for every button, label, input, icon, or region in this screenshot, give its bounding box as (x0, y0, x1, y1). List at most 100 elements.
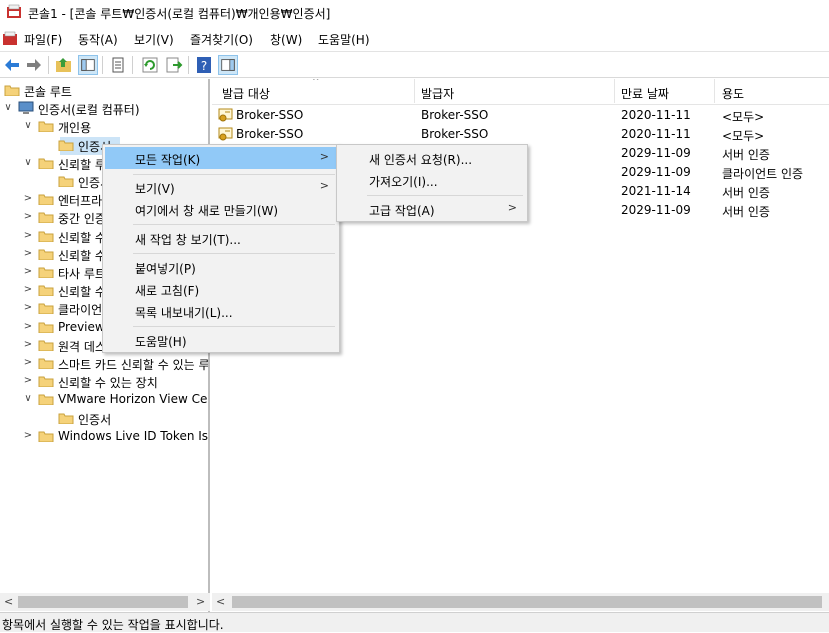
title-bar: 콘솔1 - [콘솔 루트₩인증서(로컬 컴퓨터)₩개인용₩인증서] (0, 0, 829, 26)
folder-icon (38, 431, 54, 442)
column-header-purpose[interactable]: 용도 (722, 85, 744, 105)
folder-icon (4, 85, 20, 96)
menu-item-advanced-operations[interactable]: 고급 작업(A) > (339, 198, 525, 220)
cell-issuer: Broker-SSO (421, 108, 489, 122)
menu-item-help[interactable]: 도움말(H) (105, 329, 337, 351)
table-row[interactable]: Broker-SSO Broker-SSO 2020-11-11 <모두> (212, 106, 829, 125)
submenu-arrow-icon: > (507, 201, 517, 214)
chevron-right-icon[interactable]: > (22, 284, 34, 296)
cell-purpose: <모두> (722, 110, 765, 124)
tree-item-label: 인증서(로컬 컴퓨터) (38, 103, 140, 118)
export-list-icon[interactable] (164, 55, 184, 75)
chevron-down-icon[interactable]: ∨ (22, 157, 34, 169)
scroll-right-icon[interactable]: > (196, 595, 205, 608)
menu-view[interactable]: 보기(V) (134, 31, 174, 48)
cell-purpose: 서버 인증 (722, 186, 770, 200)
menu-item-new-taskpad-view[interactable]: 새 작업 창 보기(T)... (105, 227, 337, 249)
scroll-thumb[interactable] (232, 596, 822, 608)
tree-item[interactable]: ∨ VMware Horizon View Certificates (0, 391, 208, 409)
chevron-right-icon[interactable]: > (22, 375, 34, 387)
tree-item[interactable]: > Windows Live ID Token Issuer (0, 428, 208, 446)
certificate-icon (218, 108, 233, 122)
chevron-down-icon[interactable]: ∨ (22, 393, 34, 405)
console-menu-icon[interactable] (2, 31, 18, 47)
tree-item[interactable]: ∨ 개인용 (0, 118, 208, 136)
properties-icon[interactable] (108, 55, 128, 75)
svg-text:?: ? (201, 59, 207, 73)
chevron-right-icon[interactable]: > (22, 430, 34, 442)
menu-item-new-window-from-here[interactable]: 여기에서 창 새로 만들기(W) (105, 198, 337, 220)
cell-subject: Broker-SSO (236, 108, 304, 122)
forward-icon[interactable] (24, 55, 44, 75)
menu-item-paste[interactable]: 붙여넣기(P) (105, 256, 337, 278)
tree-item[interactable]: 인증서 (0, 410, 208, 428)
column-header-expiration[interactable]: 만료 날짜 (621, 85, 669, 105)
show-hide-tree-icon[interactable] (78, 55, 98, 75)
cell-purpose: 서버 인증 (722, 148, 770, 162)
tree-item-label: 개인용 (58, 121, 92, 136)
menu-help[interactable]: 도움말(H) (318, 31, 370, 48)
help-icon[interactable]: ? (194, 55, 214, 75)
folder-icon (38, 121, 54, 133)
tree-item[interactable]: > 스마트 카드 신뢰할 수 있는 루트 (0, 355, 210, 373)
cell-expires: 2020-11-11 (621, 127, 691, 141)
menu-item-label: 새로 고침(F) (135, 284, 200, 298)
chevron-right-icon[interactable]: > (22, 211, 34, 223)
folder-icon (58, 140, 74, 151)
chevron-down-icon[interactable]: ∨ (22, 120, 34, 132)
action-pane-icon[interactable] (218, 55, 238, 75)
menu-action[interactable]: 동작(A) (78, 31, 118, 48)
refresh-icon[interactable] (140, 55, 160, 75)
chevron-right-icon[interactable]: > (22, 230, 34, 242)
menu-favorites[interactable]: 즐겨찾기(O) (190, 31, 253, 48)
list-horizontal-scrollbar[interactable]: < (212, 593, 829, 611)
menu-item-label: 가져오기(I)... (369, 175, 438, 189)
back-icon[interactable] (2, 55, 22, 75)
tree-horizontal-scrollbar[interactable]: < > (0, 593, 210, 611)
tree-item[interactable]: ∨ 인증서(로컬 컴퓨터) (0, 100, 208, 118)
chevron-down-icon[interactable]: ∨ (2, 102, 14, 114)
chevron-right-icon[interactable]: > (22, 248, 34, 260)
menu-item-import[interactable]: 가져오기(I)... (339, 169, 525, 191)
menu-item-label: 여기에서 창 새로 만들기(W) (135, 204, 279, 218)
tree-item[interactable]: 콘솔 루트 (0, 82, 208, 100)
menu-window[interactable]: 창(W) (270, 31, 302, 48)
tree-item-label: 스마트 카드 신뢰할 수 있는 루트 (58, 358, 210, 372)
folder-icon (38, 322, 54, 333)
chevron-right-icon[interactable]: > (22, 321, 34, 333)
menu-item-label: 붙여넣기(P) (135, 262, 196, 276)
tree-item-label: 콘솔 루트 (24, 85, 72, 99)
cell-purpose: <모두> (722, 129, 765, 143)
scroll-thumb[interactable] (18, 596, 188, 608)
chevron-right-icon[interactable]: > (22, 339, 34, 351)
menu-item-label: 고급 작업(A) (369, 204, 435, 218)
menu-item-label: 보기(V) (135, 182, 175, 196)
menu-item-view[interactable]: 보기(V) > (105, 176, 337, 198)
folder-icon (38, 285, 54, 297)
menu-item-export-list[interactable]: 목록 내보내기(L)... (105, 300, 337, 322)
menu-item-all-tasks[interactable]: 모든 작업(K) > (105, 147, 337, 169)
menu-item-refresh[interactable]: 새로 고침(F) (105, 278, 337, 300)
scroll-left-icon[interactable]: < (4, 595, 13, 608)
chevron-right-icon[interactable]: > (22, 193, 34, 205)
menu-file[interactable]: 파일(F) (24, 31, 62, 48)
up-folder-icon[interactable] (54, 55, 74, 75)
toolbar: ? (0, 51, 829, 78)
chevron-right-icon[interactable]: > (22, 266, 34, 278)
window-title: 콘솔1 - [콘솔 루트₩인증서(로컬 컴퓨터)₩개인용₩인증서] (28, 7, 331, 21)
tree-item[interactable]: > 신뢰할 수 있는 장치 (0, 373, 208, 391)
cell-expires: 2029-11-09 (621, 146, 691, 160)
menu-item-request-new-certificate[interactable]: 새 인증서 요청(R)... (339, 147, 525, 169)
column-header-subject[interactable]: 발급 대상 (222, 85, 270, 105)
scroll-left-icon[interactable]: < (216, 595, 225, 608)
menu-item-label: 도움말(H) (135, 335, 187, 349)
folder-icon (38, 303, 54, 315)
table-row[interactable]: Broker-SSO Broker-SSO 2020-11-11 <모두> (212, 125, 829, 144)
certificate-icon (218, 127, 233, 141)
chevron-right-icon[interactable]: > (22, 357, 34, 369)
computer-icon (18, 101, 34, 115)
chevron-right-icon[interactable]: > (22, 302, 34, 314)
cell-subject: Broker-SSO (236, 127, 304, 141)
menu-item-label: 모든 작업(K) (135, 153, 201, 167)
column-header-issuer[interactable]: 발급자 (421, 85, 454, 105)
